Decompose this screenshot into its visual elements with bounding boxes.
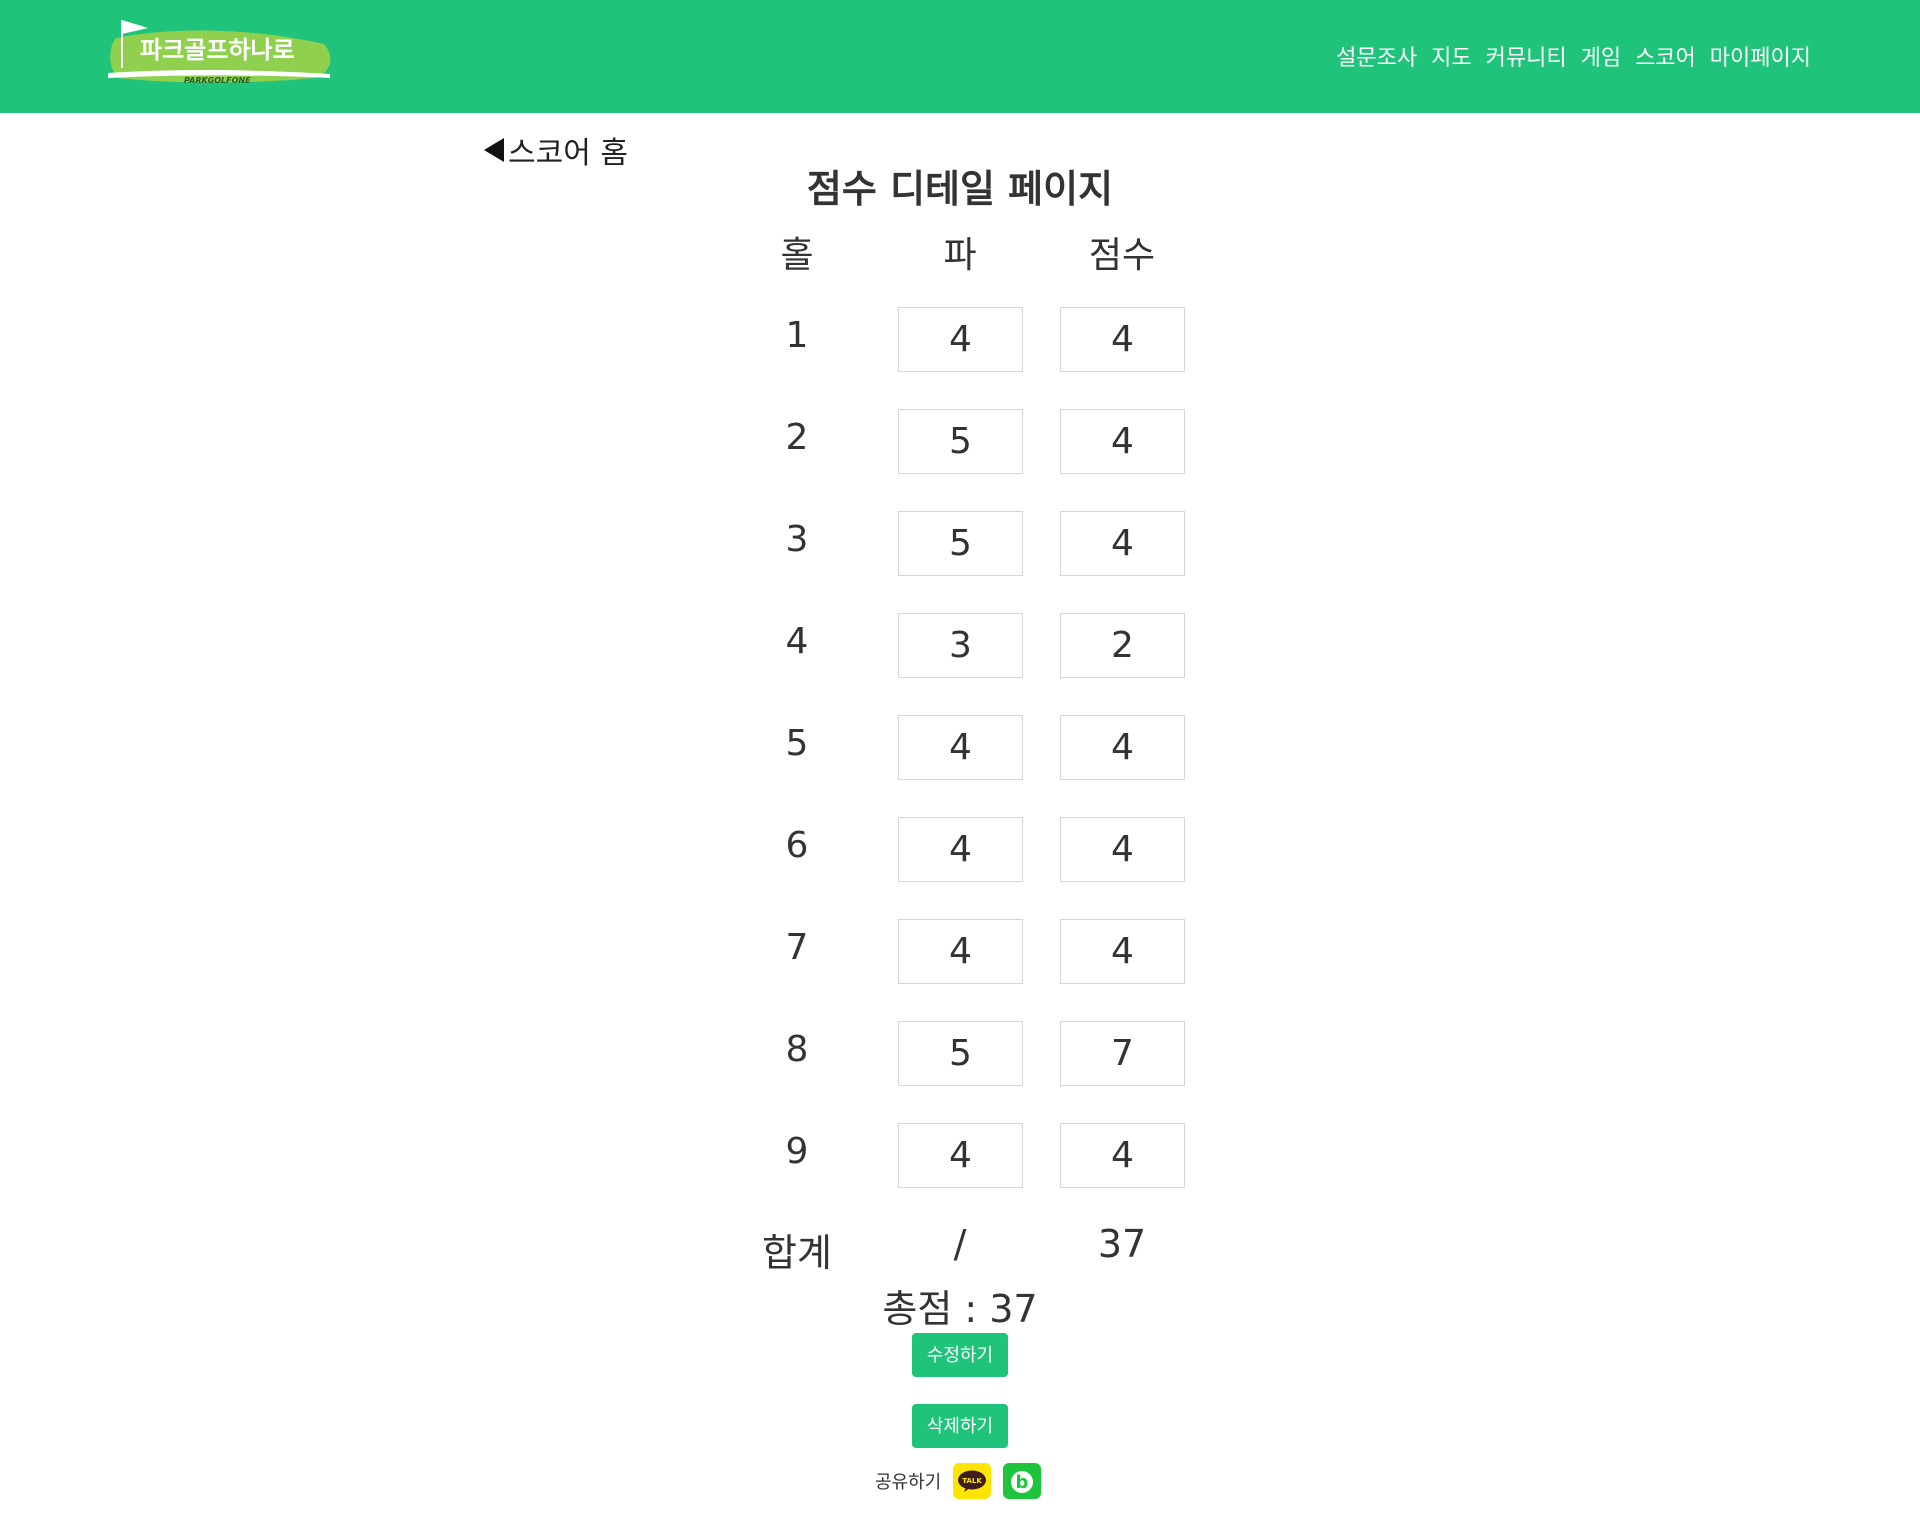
score-field[interactable]: 2 [1060, 613, 1185, 678]
kakaotalk-text: TALK [962, 1477, 982, 1485]
hole-number: 8 [785, 1029, 809, 1070]
nav-community[interactable]: 커뮤니티 [1486, 40, 1567, 72]
par-field[interactable]: 4 [898, 817, 1023, 882]
band-share-icon[interactable]: b [1003, 1463, 1042, 1499]
hole-number: 4 [785, 621, 809, 662]
score-field[interactable]: 4 [1060, 817, 1185, 882]
total-score: 37 [1097, 1222, 1147, 1266]
hole-number: 6 [785, 825, 809, 866]
par-field[interactable]: 3 [898, 613, 1023, 678]
par-field[interactable]: 5 [898, 1021, 1023, 1086]
par-field[interactable]: 4 [898, 919, 1023, 984]
column-header-hole: 홀 [780, 235, 814, 276]
hole-number: 7 [785, 927, 809, 968]
edit-button[interactable]: 수정하기 [912, 1333, 1008, 1377]
column-header-score: 점수 [1088, 235, 1156, 276]
grand-total: 총점 : 37 [882, 1287, 1038, 1331]
nav-game[interactable]: 게임 [1581, 40, 1621, 72]
nav-map[interactable]: 지도 [1431, 40, 1471, 72]
share-row: 공유하기 TALK b [875, 1463, 1042, 1499]
header-bar: 파크골프하나로 PARKGOLFONE 설문조사 지도 커뮤니티 게임 스코어 … [0, 0, 1920, 113]
par-field[interactable]: 5 [898, 409, 1023, 474]
hole-number: 5 [785, 723, 809, 764]
band-text: b [1016, 1472, 1029, 1493]
nav-mypage[interactable]: 마이페이지 [1710, 40, 1811, 72]
total-label: 합계 [762, 1231, 832, 1275]
hole-number: 9 [785, 1131, 809, 1172]
page-title: 점수 디테일 페이지 [806, 167, 1114, 211]
site-logo[interactable]: 파크골프하나로 PARKGOLFONE [104, 18, 334, 92]
hole-number: 1 [785, 315, 809, 356]
par-field[interactable]: 4 [898, 1123, 1023, 1188]
nav-score[interactable]: 스코어 [1635, 40, 1696, 72]
kakaotalk-share-icon[interactable]: TALK [953, 1463, 992, 1499]
kakaotalk-bubble-icon: TALK [958, 1470, 987, 1492]
score-field[interactable]: 4 [1060, 1123, 1185, 1188]
score-field[interactable]: 4 [1060, 307, 1185, 372]
total-par: / [953, 1222, 967, 1266]
score-field[interactable]: 4 [1060, 409, 1185, 474]
hole-number: 3 [785, 519, 809, 560]
par-field[interactable]: 4 [898, 307, 1023, 372]
share-label: 공유하기 [875, 1472, 942, 1493]
hole-number: 2 [785, 417, 809, 458]
score-field[interactable]: 4 [1060, 715, 1185, 780]
score-field[interactable]: 4 [1060, 919, 1185, 984]
score-field[interactable]: 4 [1060, 511, 1185, 576]
main-nav: 설문조사 지도 커뮤니티 게임 스코어 마이페이지 [1336, 40, 1811, 72]
par-field[interactable]: 4 [898, 715, 1023, 780]
nav-survey[interactable]: 설문조사 [1336, 40, 1417, 72]
column-header-par: 파 [943, 235, 977, 276]
score-field[interactable]: 7 [1060, 1021, 1185, 1086]
band-logo-icon: b [1011, 1471, 1034, 1493]
delete-button[interactable]: 삭제하기 [912, 1404, 1008, 1448]
par-field[interactable]: 5 [898, 511, 1023, 576]
logo-subtitle: PARKGOLFONE [184, 76, 251, 85]
logo-title: 파크골프하나로 [140, 36, 295, 64]
